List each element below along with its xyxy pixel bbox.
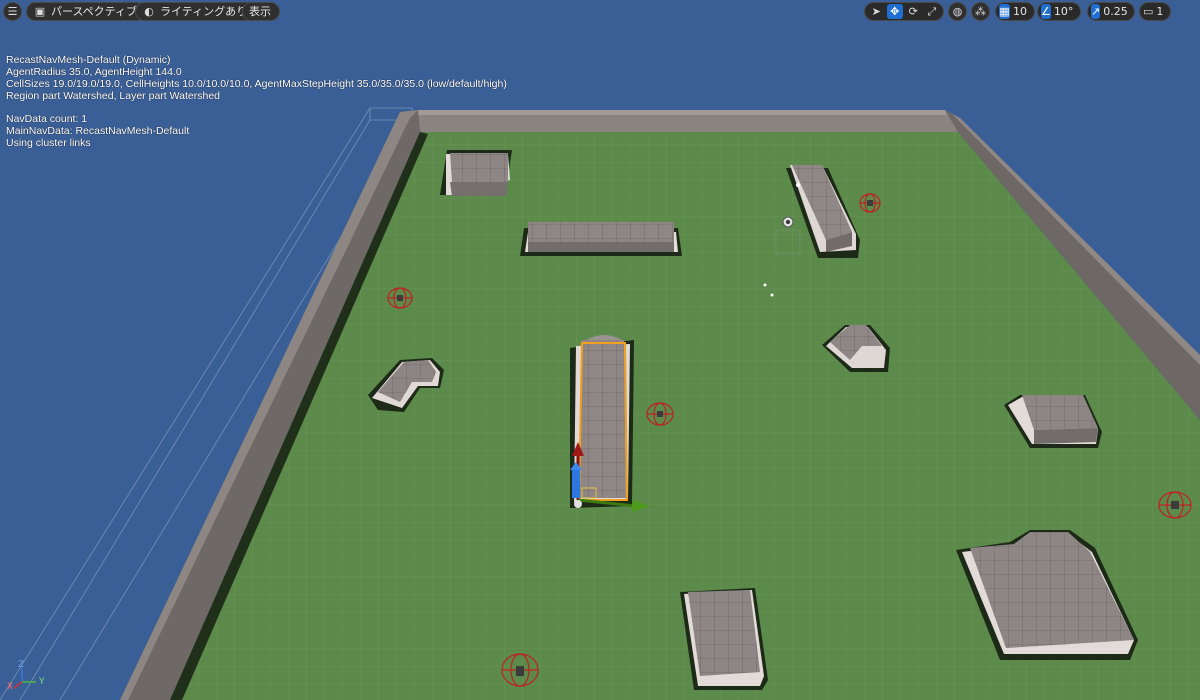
show-button[interactable]: 表示 <box>242 2 280 21</box>
globe-icon: ◍ <box>952 5 963 18</box>
scale-icon: ⤢ <box>927 4 937 18</box>
overlay-line: RecastNavMesh-Default (Dynamic) <box>6 54 171 66</box>
viewport-menu-button[interactable]: ☰ <box>3 2 22 21</box>
translate-mode-button[interactable]: ✥ <box>886 4 903 19</box>
axis-label-y: Y <box>39 677 45 687</box>
lighting-mode-button[interactable]: ◐ ライティングあり <box>135 2 257 21</box>
lighting-label: ライティングあり <box>160 5 248 18</box>
camera-speed-group[interactable]: ▭ 1 <box>1139 2 1171 21</box>
surface-snap-icon: ⁂ <box>975 5 986 18</box>
overlay-line: MainNavData: RecastNavMesh-Default <box>6 125 190 137</box>
grid-icon: ▦ <box>999 5 1010 18</box>
show-label: 表示 <box>249 5 271 18</box>
lighting-sphere-icon: ◐ <box>144 5 154 18</box>
perspective-label: パースペクティブ <box>51 5 138 18</box>
rotate-mode-button[interactable]: ⟳ <box>905 4 922 19</box>
rotation-snap-toggle[interactable]: ∠ <box>1041 4 1051 19</box>
scale-snap-group[interactable]: ↗ 0.25 <box>1087 2 1135 21</box>
rotation-snap-value[interactable]: 10° <box>1053 5 1078 18</box>
navmesh-debug-overlay: RecastNavMesh-Default (Dynamic) AgentRad… <box>6 54 507 149</box>
select-mode-button[interactable]: ➤ <box>868 4 885 19</box>
cursor-arrow-icon: ➤ <box>871 5 881 18</box>
world-local-toggle[interactable]: ◍ <box>948 2 967 21</box>
scale-mode-button[interactable]: ⤢ <box>924 4 941 19</box>
rotate-icon: ⟳ <box>908 5 918 18</box>
cube-icon: ▣ <box>34 5 46 18</box>
scale-snap-toggle[interactable]: ↗ <box>1091 4 1101 19</box>
axis-label-z: Z <box>18 660 25 670</box>
move-arrows-icon: ✥ <box>890 5 900 18</box>
overlay-line: NavData count: 1 <box>6 113 88 125</box>
camera-icon: ▭ <box>1143 5 1154 18</box>
rotation-snap-group[interactable]: ∠ 10° <box>1037 2 1081 21</box>
camera-speed-value[interactable]: 1 <box>1155 5 1167 18</box>
scale-snap-value[interactable]: 0.25 <box>1102 5 1132 18</box>
overlay-line: Using cluster links <box>6 137 91 149</box>
perspective-button[interactable]: ▣ パースペクティブ <box>26 2 147 21</box>
camera-speed-toggle[interactable]: ▭ <box>1143 4 1153 19</box>
overlay-line: AgentRadius 35.0, AgentHeight 144.0 <box>6 66 182 78</box>
surface-snap-button[interactable]: ⁂ <box>971 2 990 21</box>
viewport-toolbar: ☰ ▣ パースペクティブ ◐ ライティングあり 表示 ➤ ✥ ⟳ ⤢ ◍ ⁂ ▦… <box>0 0 1200 24</box>
angle-icon: ∠ <box>1041 5 1051 18</box>
hamburger-menu-icon: ☰ <box>7 5 18 18</box>
grid-snap-group[interactable]: ▦ 10 <box>995 2 1035 21</box>
overlay-line: CellSizes 19.0/19.0/19.0, CellHeights 10… <box>6 78 507 90</box>
scale-arrow-icon: ↗ <box>1091 5 1101 18</box>
grid-snap-toggle[interactable]: ▦ <box>999 4 1010 19</box>
grid-snap-value[interactable]: 10 <box>1012 5 1031 18</box>
transform-mode-group: ➤ ✥ ⟳ ⤢ <box>864 2 944 21</box>
overlay-line: Region part Watershed, Layer part Waters… <box>6 90 220 102</box>
axis-label-x: X <box>7 682 14 692</box>
